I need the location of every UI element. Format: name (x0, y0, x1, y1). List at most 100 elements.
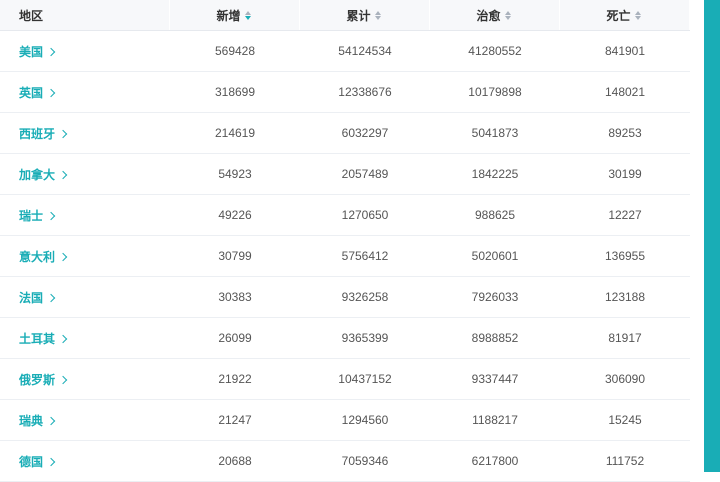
region-name: 瑞士 (19, 208, 44, 223)
cell-new: 569428 (214, 44, 256, 58)
cell-recovered: 8988852 (471, 331, 519, 345)
table-row: 意大利 30799 5756412 5020601 136955 (0, 236, 690, 277)
chevron-right-icon (46, 457, 56, 466)
region-name: 意大利 (19, 249, 56, 264)
cell-new: 21247 (218, 413, 252, 427)
chevron-right-icon (58, 129, 68, 138)
region-link[interactable]: 土耳其 (0, 318, 170, 358)
column-header-deaths[interactable]: 死亡 (560, 0, 690, 30)
cell-total: 10437152 (338, 372, 392, 386)
cell-recovered: 988625 (474, 208, 516, 222)
cell-recovered: 5041873 (471, 126, 519, 140)
table-row: 英国 318699 12338676 10179898 148021 (0, 72, 690, 113)
region-link[interactable]: 西班牙 (0, 113, 170, 153)
cell-total: 1294560 (341, 413, 389, 427)
chevron-right-icon (46, 293, 56, 302)
chevron-right-icon (46, 88, 56, 97)
cell-deaths: 15245 (608, 413, 642, 427)
cell-new: 49226 (218, 208, 252, 222)
table-row: 瑞士 49226 1270650 988625 12227 (0, 195, 690, 236)
cell-recovered: 1188217 (472, 413, 518, 427)
table-row: 加拿大 54923 2057489 1842225 30199 (0, 154, 690, 195)
region-link[interactable]: 加拿大 (0, 154, 170, 194)
region-name: 瑞典 (19, 413, 44, 428)
column-header-total-label: 累计 (346, 8, 371, 23)
sort-icon[interactable] (244, 9, 253, 21)
region-name: 西班牙 (19, 126, 56, 141)
cell-total: 1270650 (341, 208, 389, 222)
cell-recovered: 7926033 (471, 290, 519, 304)
cell-total: 12338676 (338, 85, 392, 99)
cell-new: 30383 (218, 290, 252, 304)
sort-icon[interactable] (504, 9, 513, 21)
cell-total: 9365399 (341, 331, 389, 345)
table-row: 俄罗斯 21922 10437152 9337447 306090 (0, 359, 690, 400)
table-header: 地区 新增 累计 治愈 死亡 (0, 0, 690, 31)
table-row: 德国 20688 7059346 6217800 111752 (0, 441, 690, 482)
table-row: 法国 30383 9326258 7926033 123188 (0, 277, 690, 318)
cell-new: 26099 (218, 331, 252, 345)
cell-deaths: 30199 (608, 167, 642, 181)
cell-new: 318699 (214, 85, 256, 99)
region-link[interactable]: 俄罗斯 (0, 359, 170, 399)
cell-total: 54124534 (338, 44, 392, 58)
cell-deaths: 123188 (604, 290, 646, 304)
right-scroll-bar (704, 0, 720, 472)
region-link[interactable]: 法国 (0, 277, 170, 317)
chevron-right-icon (58, 170, 68, 179)
chevron-right-icon (46, 211, 56, 220)
cell-recovered: 9337447 (471, 372, 519, 386)
region-name: 英国 (19, 85, 44, 100)
sort-icon[interactable] (634, 9, 643, 21)
table-row: 土耳其 26099 9365399 8988852 81917 (0, 318, 690, 359)
chevron-right-icon (58, 375, 68, 384)
cell-new: 20688 (218, 454, 252, 468)
table-row: 美国 569428 54124534 41280552 841901 (0, 31, 690, 72)
cell-new: 30799 (218, 249, 252, 263)
cell-new: 214619 (214, 126, 256, 140)
column-header-recovered[interactable]: 治愈 (430, 0, 560, 30)
region-name: 法国 (19, 290, 44, 305)
table-body: 美国 569428 54124534 41280552 841901 英国 318699 12… (0, 31, 690, 482)
cell-total: 6032297 (341, 126, 389, 140)
cell-total: 7059346 (341, 454, 389, 468)
cell-recovered: 10179898 (468, 85, 522, 99)
region-link[interactable]: 瑞士 (0, 195, 170, 235)
chevron-right-icon (58, 334, 68, 343)
region-stats-table: 地区 新增 累计 治愈 死亡 美国 569428 54124534 41280552 8… (0, 0, 690, 482)
region-link[interactable]: 英国 (0, 72, 170, 112)
cell-deaths: 306090 (604, 372, 646, 386)
cell-new: 21922 (218, 372, 252, 386)
column-header-new-label: 新增 (216, 8, 241, 23)
table-row: 西班牙 214619 6032297 5041873 89253 (0, 113, 690, 154)
cell-total: 9326258 (341, 290, 389, 304)
chevron-right-icon (46, 47, 56, 56)
region-name: 加拿大 (19, 167, 56, 182)
cell-recovered: 41280552 (468, 44, 522, 58)
cell-deaths: 136955 (604, 249, 646, 263)
region-link[interactable]: 德国 (0, 441, 170, 481)
sort-icon[interactable] (374, 9, 383, 21)
chevron-right-icon (46, 416, 56, 425)
cell-new: 54923 (218, 167, 252, 181)
table-row: 瑞典 21247 1294560 1188217 15245 (0, 400, 690, 441)
region-link[interactable]: 美国 (0, 31, 170, 71)
cell-recovered: 1842225 (471, 167, 519, 181)
column-header-deaths-label: 死亡 (606, 8, 631, 23)
cell-total: 2057489 (341, 167, 389, 181)
chevron-right-icon (58, 252, 68, 261)
column-header-total[interactable]: 累计 (300, 0, 430, 30)
column-header-region: 地区 (0, 0, 170, 30)
region-link[interactable]: 意大利 (0, 236, 170, 276)
cell-deaths: 89253 (608, 126, 642, 140)
region-name: 俄罗斯 (19, 372, 56, 387)
cell-deaths: 148021 (604, 85, 646, 99)
cell-deaths: 81917 (608, 331, 642, 345)
cell-recovered: 6217800 (471, 454, 519, 468)
region-name: 土耳其 (19, 331, 56, 346)
cell-deaths: 111752 (605, 454, 645, 468)
cell-recovered: 5020601 (471, 249, 519, 263)
region-link[interactable]: 瑞典 (0, 400, 170, 440)
cell-total: 5756412 (341, 249, 389, 263)
column-header-new[interactable]: 新增 (170, 0, 300, 30)
